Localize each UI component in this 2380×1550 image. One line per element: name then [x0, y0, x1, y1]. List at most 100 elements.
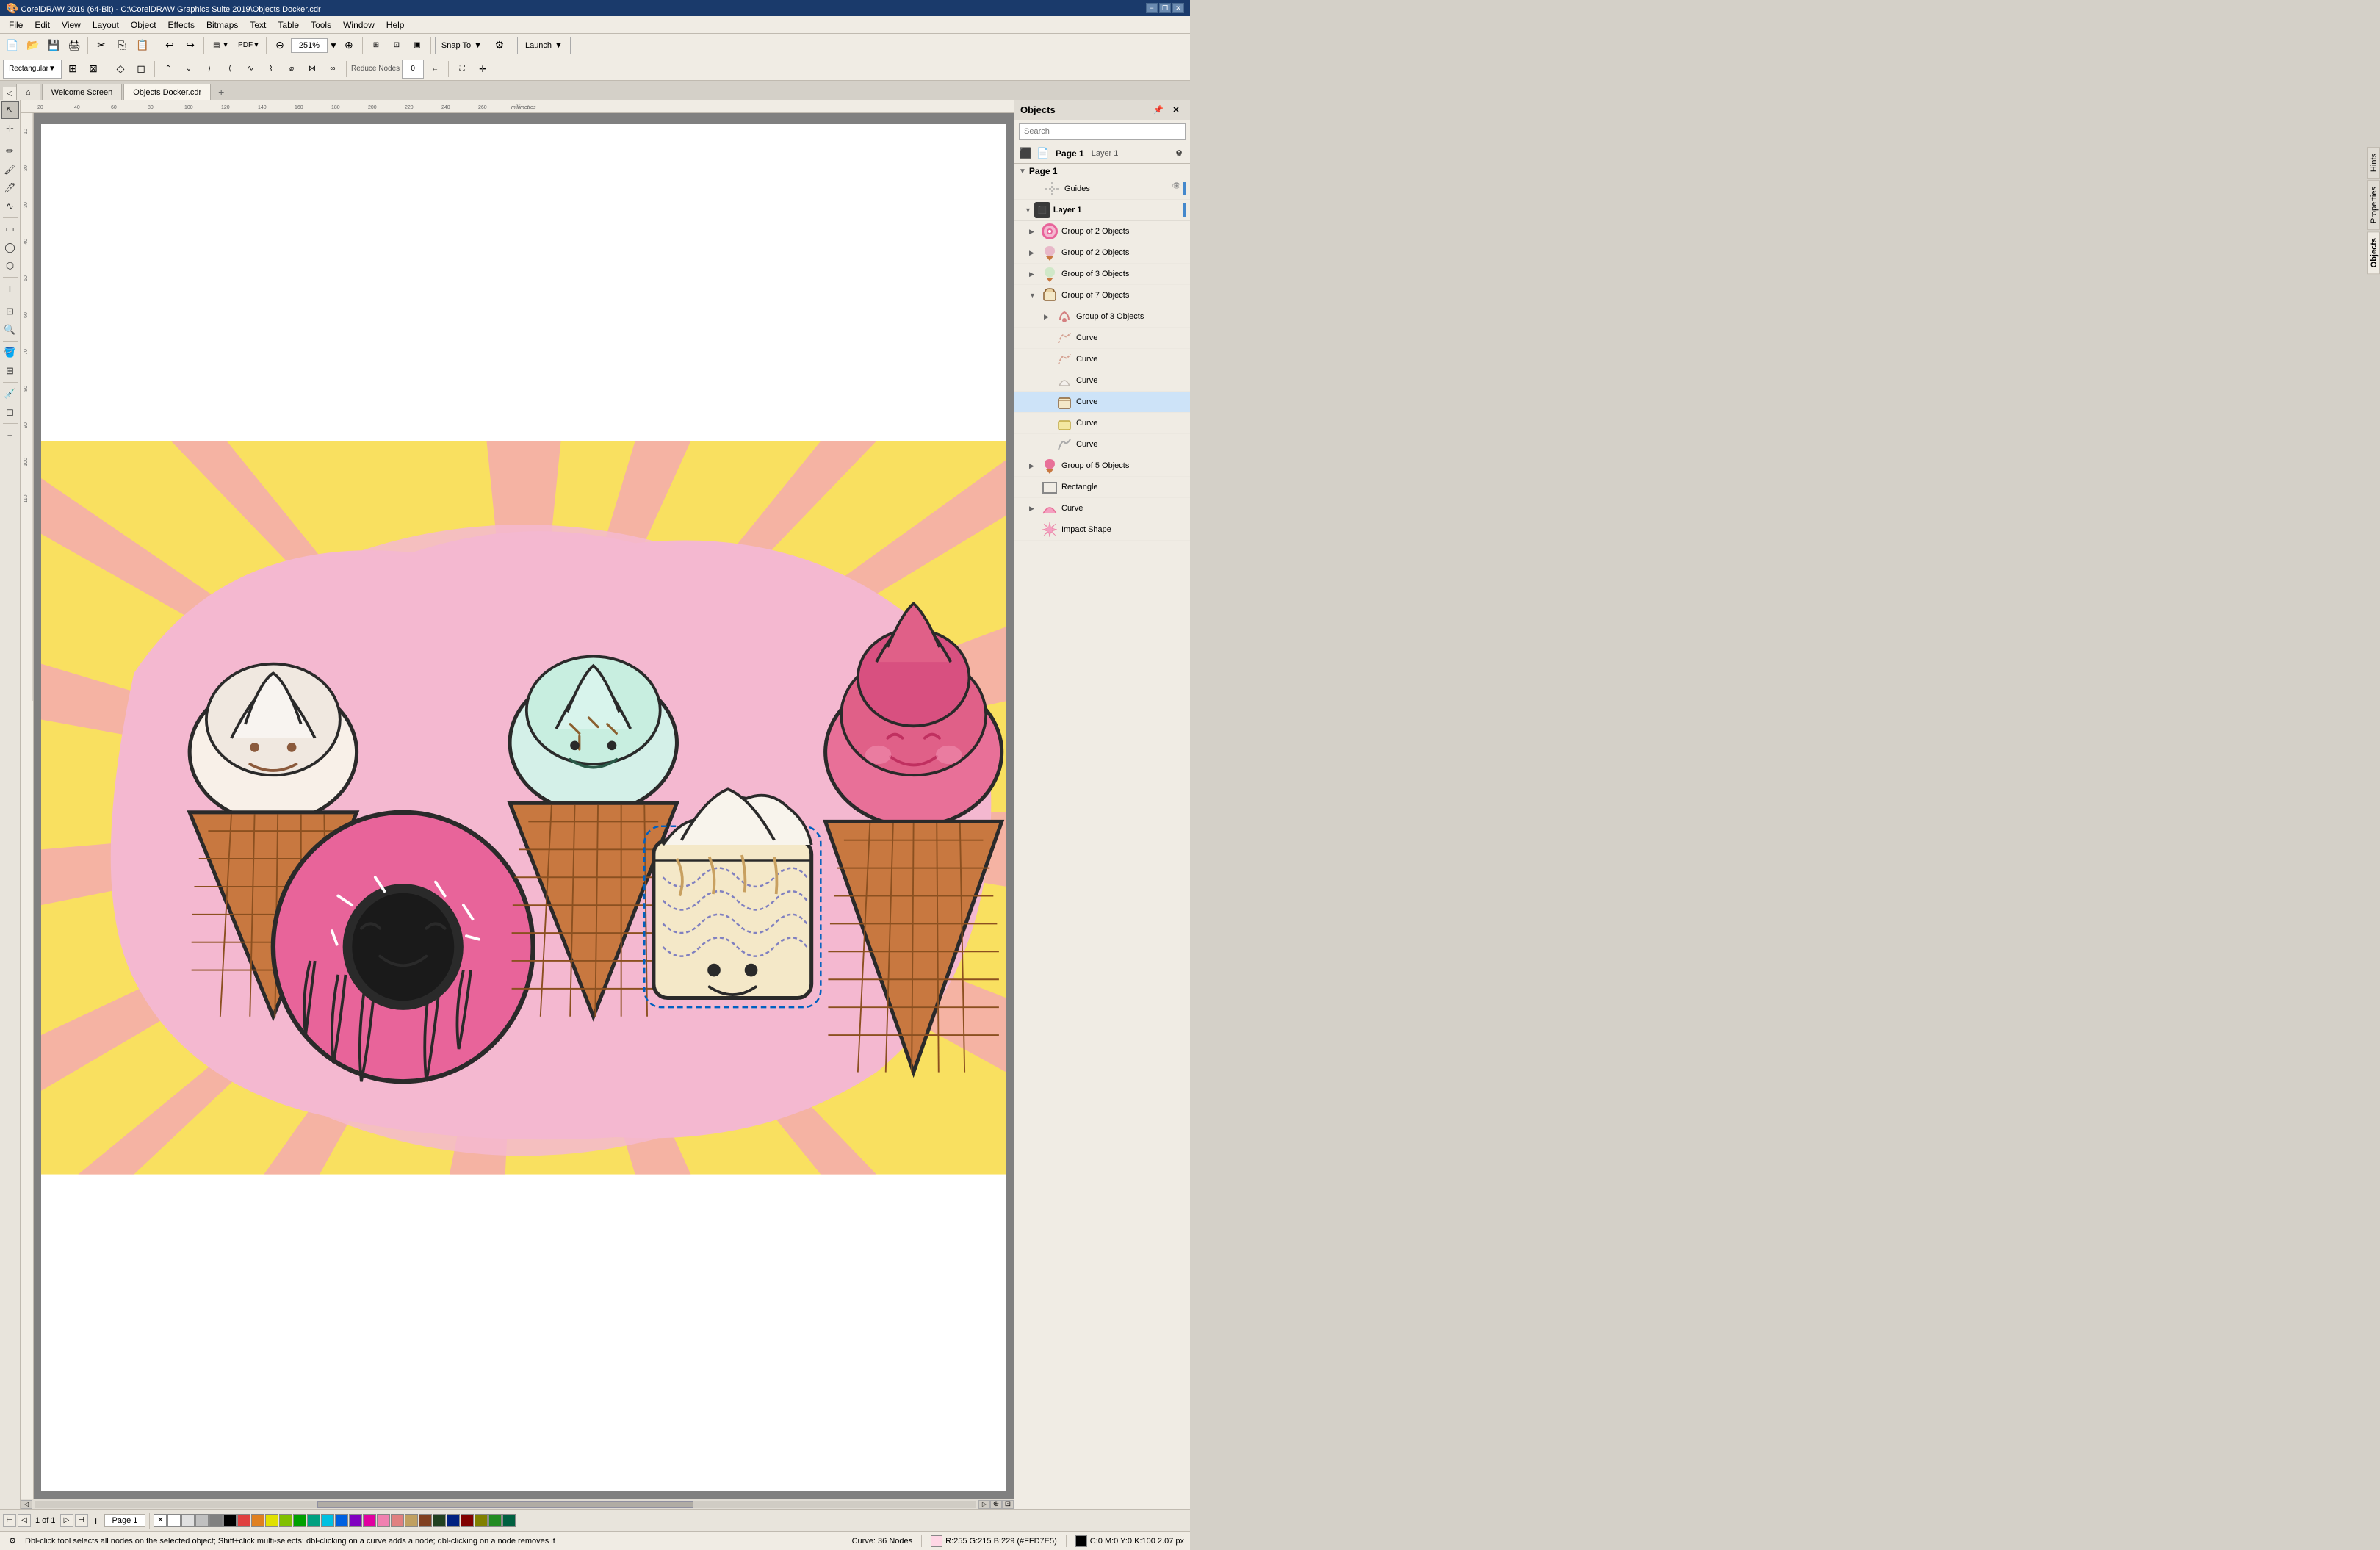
node-tool[interactable]: ⊹: [1, 120, 19, 137]
layer-1-item[interactable]: ⬛ Layer 1: [1014, 200, 1190, 221]
swatch-purple[interactable]: [349, 1514, 362, 1527]
node-btn4[interactable]: ⟨: [220, 60, 239, 79]
open-button[interactable]: 📂: [24, 36, 43, 55]
node-btn5[interactable]: ∿: [241, 60, 260, 79]
node-btn7[interactable]: ⌀: [282, 60, 301, 79]
save-button[interactable]: 💾: [44, 36, 63, 55]
zoom-out-button[interactable]: ⊖: [270, 36, 289, 55]
subgroup-3-obj[interactable]: Group of 3 Objects: [1014, 306, 1190, 328]
panel-close-button[interactable]: ✕: [1168, 102, 1184, 118]
swatch-brown[interactable]: [419, 1514, 432, 1527]
swatch-gray[interactable]: [195, 1514, 209, 1527]
menu-view[interactable]: View: [56, 18, 87, 32]
page-icon[interactable]: 📄: [1035, 145, 1051, 162]
node-btn3[interactable]: ⟩: [200, 60, 219, 79]
reduce-nodes-btn[interactable]: ←: [425, 60, 444, 79]
node-btn9[interactable]: ∞: [323, 60, 342, 79]
swatch-darkgreen[interactable]: [433, 1514, 446, 1527]
menu-help[interactable]: Help: [381, 18, 411, 32]
shape-selector-button[interactable]: Rectangular ▼: [3, 60, 62, 79]
hints-tab[interactable]: Hints: [2367, 147, 2380, 179]
add-tool[interactable]: +: [1, 426, 19, 444]
menu-layout[interactable]: Layout: [87, 18, 125, 32]
menu-edit[interactable]: Edit: [29, 18, 56, 32]
scroll-thumb[interactable]: [317, 1501, 693, 1508]
artistic-media-tool[interactable]: 🖌: [1, 161, 19, 179]
guides-item[interactable]: Guides 👁: [1014, 179, 1190, 200]
curve-1[interactable]: Curve: [1014, 328, 1190, 349]
paste-button[interactable]: 📋: [133, 36, 152, 55]
node-shape-btn2[interactable]: ◻: [131, 60, 151, 79]
swatch-green[interactable]: [293, 1514, 306, 1527]
scroll-track[interactable]: [35, 1501, 976, 1508]
swatch-white[interactable]: [167, 1514, 181, 1527]
swatch-lime[interactable]: [279, 1514, 292, 1527]
prev-page-button[interactable]: ◁: [18, 1514, 31, 1527]
swatch-greendark2[interactable]: [502, 1514, 516, 1527]
zoom-selection-button[interactable]: ⊡: [387, 36, 406, 55]
export-pdf-button[interactable]: PDF▼: [236, 36, 262, 55]
minimize-button[interactable]: −: [1146, 3, 1158, 13]
curve-top-arrow-1[interactable]: [1029, 505, 1038, 513]
launch-button[interactable]: Launch ▼: [517, 37, 571, 54]
menu-effects[interactable]: Effects: [162, 18, 201, 32]
menu-table[interactable]: Table: [272, 18, 305, 32]
reduce-nodes-input[interactable]: 0: [402, 60, 424, 79]
menu-window[interactable]: Window: [337, 18, 381, 32]
menu-file[interactable]: File: [3, 18, 29, 32]
next-page-button[interactable]: ▷: [60, 1514, 73, 1527]
group-arrow-4[interactable]: [1029, 292, 1038, 299]
group-arrow-2[interactable]: [1029, 249, 1038, 257]
copy-button[interactable]: ⎘: [112, 36, 131, 55]
swatch-salmon[interactable]: [391, 1514, 404, 1527]
ellipse-tool[interactable]: ◯: [1, 239, 19, 256]
status-settings-button[interactable]: ⚙: [6, 1535, 19, 1548]
group-3-obj-1[interactable]: Group of 3 Objects: [1014, 264, 1190, 285]
layers-icon[interactable]: ⬛: [1017, 145, 1034, 162]
page-arrow[interactable]: [1019, 167, 1026, 176]
back-arrow[interactable]: ◁: [3, 87, 16, 100]
canvas-container[interactable]: [34, 113, 1014, 1499]
fit-page-button[interactable]: ⊞: [367, 36, 386, 55]
swatch-teal[interactable]: [307, 1514, 320, 1527]
properties-tab[interactable]: Properties: [2367, 180, 2380, 230]
group-2-obj-1[interactable]: Group of 2 Objects: [1014, 221, 1190, 242]
page-1-item[interactable]: Page 1: [1014, 164, 1190, 179]
snap-settings-button[interactable]: ⚙: [490, 36, 509, 55]
fill-tool[interactable]: 🪣: [1, 344, 19, 361]
node-shape-btn1[interactable]: ◇: [111, 60, 130, 79]
subgroup-arrow-1[interactable]: [1044, 313, 1053, 321]
freehand-tool[interactable]: ✏: [1, 143, 19, 160]
polygon-tool[interactable]: ⬡: [1, 257, 19, 275]
swatch-magenta[interactable]: [363, 1514, 376, 1527]
cut-button[interactable]: ✂: [92, 36, 111, 55]
undo-button[interactable]: ↩: [160, 36, 179, 55]
swatch-lightgray[interactable]: [181, 1514, 195, 1527]
menu-text[interactable]: Text: [244, 18, 272, 32]
curve-top-1[interactable]: Curve: [1014, 498, 1190, 519]
scroll-right-button[interactable]: ▷: [978, 1500, 990, 1509]
swatch-black[interactable]: [223, 1514, 237, 1527]
curve-5[interactable]: Curve: [1014, 413, 1190, 434]
swatch-pink[interactable]: [377, 1514, 390, 1527]
eyedropper-tool[interactable]: 💉: [1, 385, 19, 403]
add-tab-button[interactable]: +: [212, 84, 230, 100]
group-arrow-1[interactable]: [1029, 228, 1038, 236]
scroll-left-button[interactable]: ◁: [21, 1500, 32, 1509]
group-arrow-3[interactable]: [1029, 270, 1038, 278]
page-1-tab[interactable]: Page 1: [104, 1514, 146, 1527]
snap-to-button[interactable]: Snap To ▼: [435, 37, 488, 54]
bezier-tool[interactable]: ∿: [1, 198, 19, 215]
objects-tab[interactable]: Objects: [2367, 231, 2380, 274]
panel-pin-button[interactable]: 📌: [1150, 102, 1166, 118]
menu-tools[interactable]: Tools: [305, 18, 337, 32]
menu-bitmaps[interactable]: Bitmaps: [201, 18, 244, 32]
swatch-yellow[interactable]: [265, 1514, 278, 1527]
zoom-tool[interactable]: 🔍: [1, 321, 19, 339]
select-tool[interactable]: ↖: [1, 101, 19, 119]
swatch-blue[interactable]: [335, 1514, 348, 1527]
eraser-tool[interactable]: ◻: [1, 403, 19, 421]
no-fill-swatch[interactable]: ✕: [154, 1514, 167, 1527]
group-5-obj[interactable]: Group of 5 Objects: [1014, 455, 1190, 477]
zoom-all-button[interactable]: ▣: [408, 36, 427, 55]
